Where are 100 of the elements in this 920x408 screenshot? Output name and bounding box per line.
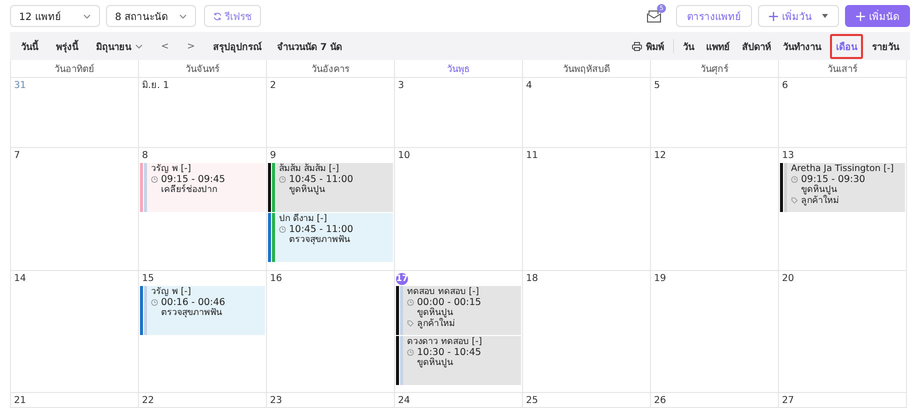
patient-name: ดวงดาว ทดสอบ [-] [407,337,482,348]
appointment-time: 09:15 - 09:30 [801,174,866,184]
appointment-card[interactable]: วรัญ พ [-] 09:15 - 09:45 เคลียร์ช่องปาก [140,163,265,212]
patient-name: ทดสอบ ทดสอบ [-] [407,287,480,298]
day-number[interactable]: 16 [268,273,282,285]
day-number[interactable]: 14 [12,273,26,285]
appointment-time: 10:45 - 11:00 [289,174,354,184]
weekday-header: วันอังคาร [267,60,395,78]
clock-icon [407,349,414,356]
view-tab[interactable]: รายวัน [869,36,902,56]
clock-icon [407,299,414,306]
day-number[interactable]: 20 [780,273,794,285]
patient-name: Aretha Ja Tissington [-] [791,164,894,174]
patient-name: วรัญ พ [-] [151,164,192,174]
day-number[interactable]: 12 [652,150,666,162]
day-number[interactable]: 17 [396,273,408,285]
weekday-header: วันเสาร์ [779,60,907,78]
equipment-summary-button[interactable]: สรุปอุปกรณ์ [210,36,265,56]
view-tab[interactable]: แพทย์ [703,36,733,56]
chevron-down-icon [83,14,91,18]
today-button[interactable]: วันนี้ [18,36,41,56]
add-appointment-button[interactable]: เพิ่มนัด [845,5,910,27]
day-number[interactable]: 26 [652,395,666,407]
day-number[interactable]: 6 [780,80,788,92]
day-number[interactable]: 18 [524,273,538,285]
weekday-header: วันอาทิตย์ [11,60,139,78]
customer-tag: ลูกค้าใหม่ [417,318,455,329]
clock-icon [151,299,158,306]
appointment-count: จำนวนนัด 7 นัด [276,40,342,54]
day-number[interactable]: 3 [396,80,404,92]
treatment-name: ขูดหินปูน [416,358,454,368]
weekday-header: วันจันทร์ [139,60,267,78]
day-number[interactable]: 22 [140,395,154,407]
day-number[interactable]: มิ.ย. 1 [140,80,170,92]
day-number[interactable]: 2 [268,80,276,92]
customer-tag: ลูกค้าใหม่ [801,196,839,206]
view-tab[interactable]: สัปดาห์ [739,36,774,56]
appointment-time: 10:30 - 10:45 [417,348,482,358]
appointment-time: 10:45 - 11:00 [289,224,354,235]
patient-name: ส้มส้ม ส้มส้ม [-] [279,164,340,174]
next-button[interactable]: > [184,38,198,54]
appointment-card[interactable]: ดวงดาว ทดสอบ [-] 10:30 - 10:45 ขูดหินปูน [396,336,521,385]
day-number[interactable]: 13 [780,150,794,162]
clock-icon [791,176,798,184]
add-day-button[interactable]: เพิ่มวัน [758,5,839,27]
day-number[interactable]: 8 [140,150,148,162]
month-dropdown[interactable]: มิถุนายน [93,36,146,56]
treatment-name: เคลียร์ช่องปาก [160,185,218,196]
tag-icon [407,320,414,328]
day-number[interactable]: 25 [524,395,538,407]
mail-icon[interactable] [646,9,662,23]
day-number[interactable]: 9 [268,150,276,162]
chevron-down-icon [135,44,143,48]
treatment-name: ขูดหินปูน [416,308,453,318]
appointment-time: 00:16 - 00:46 [161,298,226,308]
treatment-name: ขูดหินปูน [288,185,326,196]
filter-dropdown[interactable]: 8 สถานะนัด [106,5,196,27]
appointment-card[interactable]: วรัญ พ [-] 00:16 - 00:46 ตรวจสุขภาพฟัน [140,286,265,335]
treatment-name: ขูดหินปูน [800,185,837,195]
day-number[interactable]: 4 [524,80,532,92]
tomorrow-button[interactable]: พรุ่งนี้ [53,36,81,56]
appointment-time: 00:00 - 00:15 [417,298,482,308]
tag-icon [791,197,798,204]
day-number[interactable]: 21 [12,395,26,407]
appointment-card[interactable]: ทดสอบ ทดสอบ [-] 00:00 - 00:15 ขูดหินปูน ลูกค้าใหม่ [396,286,521,335]
day-number[interactable]: 7 [12,150,20,162]
print-icon [632,42,642,50]
day-number[interactable]: 23 [268,395,282,407]
caret-icon [822,14,828,18]
day-number[interactable]: 5 [652,80,660,92]
patient-name: ปก ดีงาม [-] [279,214,328,224]
day-number[interactable]: 31 [12,80,26,92]
plus-icon [769,12,778,20]
day-number[interactable]: 27 [780,395,794,407]
clock-icon [279,176,286,184]
chevron-down-icon [179,14,187,18]
appointment-time: 09:15 - 09:45 [161,174,226,184]
weekday-header: วันพฤหัสบดี [523,60,651,78]
appointment-card[interactable]: Aretha Ja Tissington [-] 09:15 - 09:30 ขูดหินปูน ลูกค้าใหม่ [780,163,905,212]
patient-name: วรัญ พ [-] [151,287,192,298]
previous-button[interactable]: < [158,38,172,54]
filter-dropdown[interactable]: 12 แพทย์ [10,5,100,27]
view-tab[interactable]: เดือน [830,34,863,58]
weekday-header: วันศุกร์ [651,60,779,78]
appointment-card[interactable]: ส้มส้ม ส้มส้ม [-] 10:45 - 11:00 ขูดหินปูน [268,163,393,212]
treatment-name: ตรวจสุขภาพฟัน [160,308,223,318]
day-number[interactable]: 10 [396,150,410,162]
day-number[interactable]: 19 [652,273,666,285]
treatment-name: ตรวจสุขภาพฟัน [288,235,351,246]
appointment-card[interactable]: ปก ดีงาม [-] 10:45 - 11:00 ตรวจสุขภาพฟัน [268,213,393,262]
plus-icon [856,12,865,20]
clock-icon [151,176,158,184]
print-button[interactable]: พิมพ์ [629,36,667,56]
weekday-header: วันพุธ [395,60,523,78]
view-tab[interactable]: วันทำงาน [780,36,824,56]
day-number[interactable]: 11 [524,150,538,162]
day-number[interactable]: 24 [396,395,410,407]
day-number[interactable]: 15 [140,273,154,285]
doctor-schedule-button[interactable]: ตารางแพทย์ [676,5,752,27]
view-tab[interactable]: วัน [680,36,697,56]
